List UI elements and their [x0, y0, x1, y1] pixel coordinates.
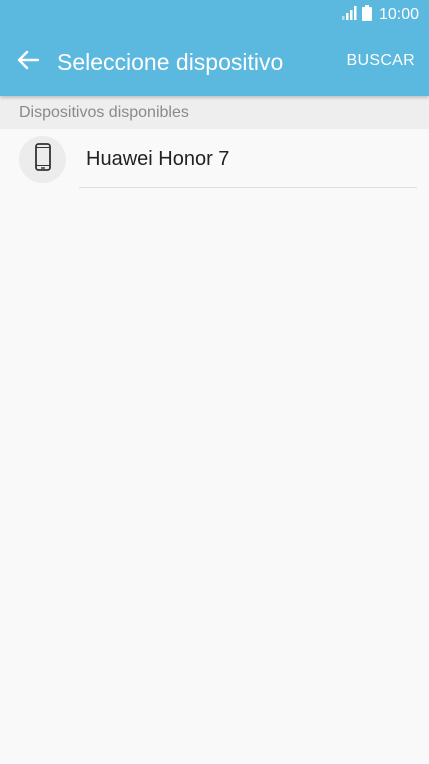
search-button[interactable]: BUSCAR	[347, 52, 415, 70]
page-title: Seleccione dispositivo	[57, 49, 284, 75]
section-header: Dispositivos disponibles	[0, 96, 429, 129]
section-header-label: Dispositivos disponibles	[19, 104, 189, 121]
app-bar: 10:00 Seleccione dispositivo BUSCAR	[0, 0, 429, 96]
device-name: Huawei Honor 7	[86, 148, 230, 170]
divider	[79, 187, 417, 188]
status-bar: 10:00	[0, 0, 429, 30]
phone-icon	[34, 143, 51, 176]
status-time: 10:00	[378, 6, 419, 23]
battery-icon	[361, 4, 372, 26]
signal-icon	[341, 5, 357, 25]
device-icon-circle	[19, 136, 66, 183]
status-icons: 10:00	[341, 4, 419, 26]
toolbar: Seleccione dispositivo BUSCAR	[0, 30, 429, 96]
back-arrow-icon	[17, 50, 40, 75]
device-list-item[interactable]: Huawei Honor 7	[0, 129, 429, 189]
back-button[interactable]	[10, 44, 46, 80]
